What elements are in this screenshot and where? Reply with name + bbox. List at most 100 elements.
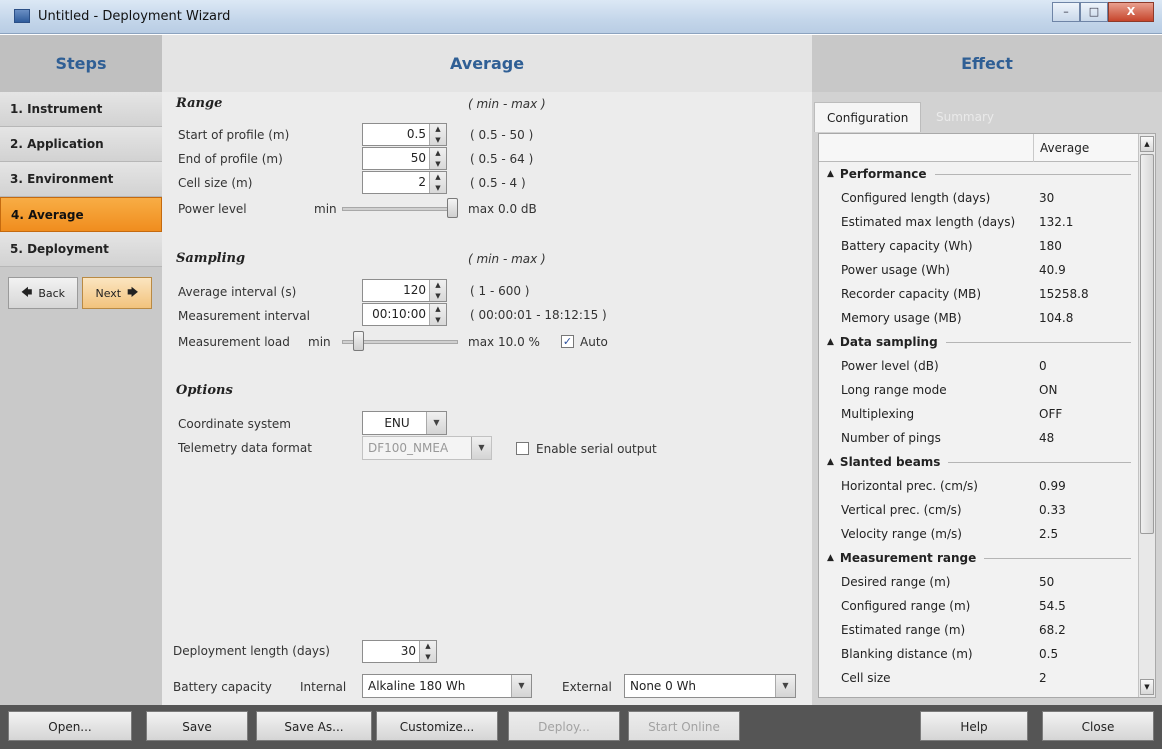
spinner-arrows-icon[interactable]: ▲ ▼: [429, 172, 446, 193]
maximize-button[interactable]: □: [1080, 2, 1108, 22]
step-environment[interactable]: 3. Environment: [0, 162, 162, 197]
measurement-load-value: 10.0 %: [498, 335, 540, 349]
effect-property-grid: Average ▲ Performance Configured length (d…: [818, 133, 1156, 698]
step-instrument[interactable]: 1. Instrument: [0, 92, 162, 127]
enable-serial-checkbox[interactable]: [516, 442, 529, 455]
telemetry-format-select[interactable]: DF100_NMEA ▼: [362, 436, 492, 460]
cell-size-range: ( 0.5 - 4 ): [470, 176, 526, 190]
power-level-label: Power level: [178, 202, 247, 216]
end-profile-range: ( 0.5 - 64 ): [470, 152, 534, 166]
close-window-button[interactable]: X: [1108, 2, 1154, 22]
chevron-down-icon[interactable]: ▼: [426, 412, 446, 434]
start-profile-label: Start of profile (m): [178, 128, 290, 142]
coordinate-system-select[interactable]: ENU ▼: [362, 411, 447, 435]
step-application[interactable]: 2. Application: [0, 127, 162, 162]
spinner-arrows-icon[interactable]: ▲ ▼: [429, 280, 446, 301]
grid-scrollbar[interactable]: ▲ ▼: [1138, 134, 1155, 697]
end-profile-spinner[interactable]: 50 ▲ ▼: [362, 147, 447, 170]
average-interval-spinner[interactable]: 120 ▲ ▼: [362, 279, 447, 302]
property-value: 2: [1039, 671, 1047, 685]
grid-group-header[interactable]: ▲ Measurement range: [819, 546, 1139, 570]
property-value: ON: [1039, 383, 1058, 397]
property-name: Desired range (m): [841, 575, 951, 589]
property-name: Memory usage (MB): [841, 311, 962, 325]
save-as-button[interactable]: Save As...: [256, 711, 372, 741]
effect-tabs: Configuration Summary: [812, 98, 1162, 133]
tab-summary[interactable]: Summary: [924, 102, 1006, 132]
deploy-button[interactable]: Deploy...: [508, 711, 620, 741]
chevron-down-icon[interactable]: ▼: [471, 437, 491, 459]
back-button[interactable]: 🡄 Back: [8, 277, 78, 309]
grid-row: Configured range (m) 54.5: [819, 594, 1139, 618]
scroll-down-icon[interactable]: ▼: [1140, 679, 1154, 695]
grid-group-header[interactable]: ▲ Slanted beams: [819, 450, 1139, 474]
internal-label: Internal: [300, 680, 347, 694]
spinner-arrows-icon[interactable]: ▲ ▼: [429, 124, 446, 145]
property-value: 132.1: [1039, 215, 1074, 229]
start-online-button[interactable]: Start Online: [628, 711, 740, 741]
property-value: 2.5: [1039, 527, 1059, 541]
power-min-label: min: [314, 202, 337, 216]
grid-group-header[interactable]: ▲ Performance: [819, 162, 1139, 186]
cell-size-spinner[interactable]: 2 ▲ ▼: [362, 171, 447, 194]
save-button[interactable]: Save: [146, 711, 248, 741]
spinner-arrows-icon[interactable]: ▲ ▼: [429, 148, 446, 169]
close-button[interactable]: Close: [1042, 711, 1154, 741]
chevron-up-icon[interactable]: ▲: [827, 330, 834, 354]
group-label: Data sampling: [839, 335, 938, 349]
window-controls: – □ X: [1052, 2, 1154, 22]
power-level-slider-thumb[interactable]: [447, 198, 458, 218]
spinner-arrows-icon[interactable]: ▲ ▼: [429, 304, 446, 325]
grid-row: Velocity range (m/s) 2.5: [819, 522, 1139, 546]
property-value: 0: [1039, 359, 1047, 373]
scrollbar-thumb[interactable]: [1140, 154, 1154, 534]
power-level-slider[interactable]: [342, 207, 458, 211]
minimize-button[interactable]: –: [1052, 2, 1080, 22]
group-divider: [945, 341, 1131, 343]
telemetry-format-label: Telemetry data format: [178, 441, 312, 455]
grid-group-header[interactable]: ▲ Data sampling: [819, 330, 1139, 354]
chevron-up-icon[interactable]: ▲: [827, 450, 834, 474]
tab-configuration[interactable]: Configuration: [814, 102, 922, 132]
group-divider: [984, 557, 1131, 559]
external-battery-select[interactable]: None 0 Wh ▼: [624, 674, 796, 698]
help-button[interactable]: Help: [920, 711, 1028, 741]
spinner-arrows-icon[interactable]: ▲ ▼: [419, 641, 436, 662]
group-label: Slanted beams: [839, 455, 941, 469]
back-label: Back: [38, 286, 66, 300]
open-button[interactable]: Open...: [8, 711, 132, 741]
chevron-up-icon[interactable]: ▲: [827, 546, 834, 570]
external-battery-value: None 0 Wh: [630, 679, 697, 693]
start-profile-spinner[interactable]: 0.5 ▲ ▼: [362, 123, 447, 146]
average-interval-value: 120: [403, 283, 426, 297]
property-name: Estimated range (m): [841, 623, 966, 637]
internal-battery-select[interactable]: Alkaline 180 Wh ▼: [362, 674, 532, 698]
group-label: Performance: [839, 167, 927, 181]
scroll-up-icon[interactable]: ▲: [1140, 136, 1154, 152]
step-deployment[interactable]: 5. Deployment: [0, 232, 162, 267]
deployment-length-spinner[interactable]: 30 ▲ ▼: [362, 640, 437, 663]
auto-checkbox[interactable]: ✓: [561, 335, 574, 348]
grid-row: Cell size 2: [819, 666, 1139, 690]
group-divider: [934, 173, 1131, 175]
grid-row: Multiplexing OFF: [819, 402, 1139, 426]
chevron-down-icon[interactable]: ▼: [511, 675, 531, 697]
internal-battery-value: Alkaline 180 Wh: [368, 679, 466, 693]
group-divider: [948, 461, 1131, 463]
measurement-interval-spinner[interactable]: 00:10:00 ▲ ▼: [362, 303, 447, 326]
chevron-up-icon[interactable]: ▲: [827, 162, 834, 186]
property-value: 104.8: [1039, 311, 1074, 325]
property-name: Vertical prec. (cm/s): [841, 503, 962, 517]
bottom-toolbar: Open... Save Save As... Customize... Dep…: [0, 705, 1162, 749]
property-name: Multiplexing: [841, 407, 915, 421]
step-average[interactable]: 4. Average: [0, 197, 162, 232]
property-value: 0.99: [1039, 479, 1066, 493]
property-name: Power usage (Wh): [841, 263, 950, 277]
grid-body: ▲ Performance Configured length (days) 30 Es…: [819, 162, 1139, 690]
chevron-down-icon[interactable]: ▼: [775, 675, 795, 697]
measurement-load-slider-thumb[interactable]: [352, 331, 364, 351]
next-button[interactable]: Next 🡆: [82, 277, 152, 309]
customize-button[interactable]: Customize...: [376, 711, 498, 741]
coordinate-system-label: Coordinate system: [178, 417, 291, 431]
property-value: 50: [1039, 575, 1055, 589]
